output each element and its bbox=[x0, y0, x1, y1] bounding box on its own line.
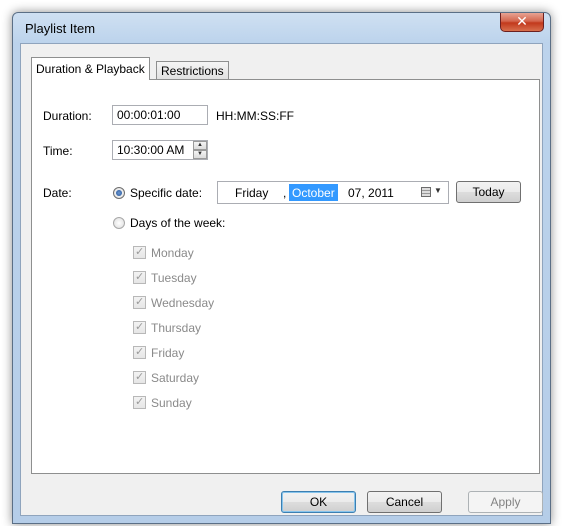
check-icon: ✓ bbox=[135, 370, 145, 383]
spin-up-icon[interactable]: ▲ bbox=[193, 141, 207, 150]
dialog-client-area: Duration & Playback Restrictions Duratio… bbox=[20, 43, 543, 516]
date-month[interactable]: October bbox=[289, 184, 338, 201]
apply-button[interactable]: Apply bbox=[468, 491, 543, 513]
check-icon: ✓ bbox=[135, 245, 145, 258]
playlist-item-dialog: Playlist Item ✕ Duration & Playback Rest… bbox=[12, 12, 551, 524]
tab-duration-playback[interactable]: Duration & Playback bbox=[31, 57, 150, 80]
chevron-down-icon: ▼ bbox=[434, 186, 442, 195]
days-of-week-radio[interactable] bbox=[113, 217, 125, 229]
saturday-label: Saturday bbox=[151, 371, 200, 385]
friday-label: Friday bbox=[151, 346, 185, 360]
specific-date-radio[interactable] bbox=[113, 187, 125, 199]
tab-panel-duration-playback: Duration: 00:00:01:00 HH:MM:SS:FF Time: … bbox=[31, 79, 540, 474]
days-of-week-label: Days of the week: bbox=[130, 216, 226, 230]
spin-down-icon[interactable]: ▼ bbox=[193, 150, 207, 159]
title-bar[interactable]: Playlist Item ✕ bbox=[13, 13, 550, 43]
date-picker[interactable]: Friday , October 07, 2011 ▼ bbox=[217, 181, 449, 204]
tab-restrictions[interactable]: Restrictions bbox=[156, 61, 229, 79]
date-separator: , bbox=[283, 186, 287, 200]
monday-checkbox[interactable]: ✓ bbox=[133, 245, 146, 259]
duration-input[interactable]: 00:00:01:00 bbox=[112, 105, 208, 125]
close-button[interactable]: ✕ bbox=[500, 13, 544, 32]
wednesday-checkbox[interactable]: ✓ bbox=[133, 295, 146, 309]
friday-checkbox[interactable]: ✓ bbox=[133, 345, 146, 359]
saturday-checkbox[interactable]: ✓ bbox=[133, 370, 146, 384]
time-input[interactable]: 10:30:00 AM ▲ ▼ bbox=[112, 140, 208, 160]
time-value: 10:30:00 AM bbox=[117, 143, 185, 157]
check-icon: ✓ bbox=[135, 345, 145, 358]
monday-label: Monday bbox=[151, 246, 194, 260]
tuesday-checkbox[interactable]: ✓ bbox=[133, 270, 146, 284]
sunday-label: Sunday bbox=[151, 396, 192, 410]
check-icon: ✓ bbox=[135, 270, 145, 283]
tuesday-label: Tuesday bbox=[151, 271, 197, 285]
check-icon: ✓ bbox=[135, 295, 145, 308]
date-day-year[interactable]: 07, 2011 bbox=[348, 186, 394, 200]
thursday-label: Thursday bbox=[151, 321, 202, 335]
calendar-dropdown-button[interactable]: ▼ bbox=[419, 185, 445, 200]
date-label: Date: bbox=[43, 186, 72, 200]
sunday-checkbox[interactable]: ✓ bbox=[133, 395, 146, 409]
time-spinner: ▲ ▼ bbox=[193, 141, 207, 159]
check-icon: ✓ bbox=[135, 395, 145, 408]
duration-label: Duration: bbox=[43, 109, 92, 123]
time-label: Time: bbox=[43, 144, 73, 158]
close-icon: ✕ bbox=[516, 14, 528, 30]
thursday-checkbox[interactable]: ✓ bbox=[133, 320, 146, 334]
cancel-button[interactable]: Cancel bbox=[367, 491, 442, 513]
specific-date-label: Specific date: bbox=[130, 186, 203, 200]
window-title: Playlist Item bbox=[25, 21, 96, 36]
check-icon: ✓ bbox=[135, 320, 145, 333]
duration-format-hint: HH:MM:SS:FF bbox=[216, 109, 294, 123]
today-button[interactable]: Today bbox=[456, 181, 521, 203]
ok-button[interactable]: OK bbox=[281, 491, 356, 513]
calendar-icon bbox=[421, 187, 431, 197]
wednesday-label: Wednesday bbox=[151, 296, 215, 310]
date-weekday[interactable]: Friday bbox=[235, 186, 268, 200]
